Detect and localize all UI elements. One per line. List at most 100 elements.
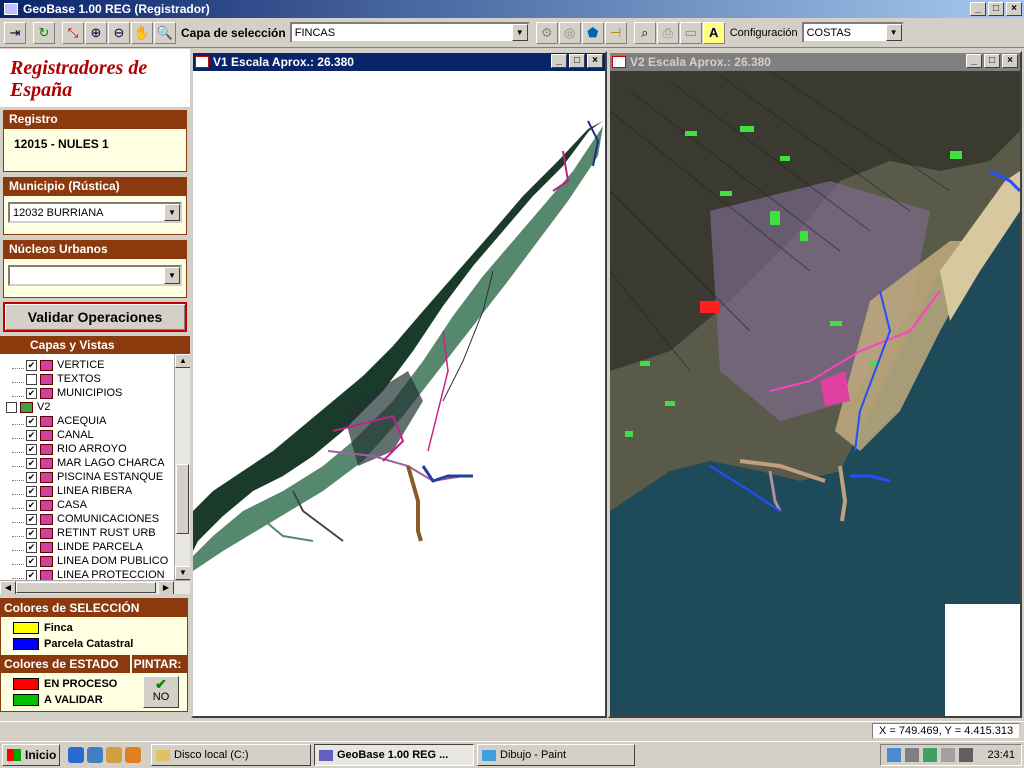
layer-checkbox[interactable]: ✔ (26, 443, 37, 455)
binoculars-icon[interactable]: ⌕ (633, 21, 656, 44)
select-tool-icon[interactable]: ⚙ (535, 21, 558, 44)
tree-connector (12, 558, 24, 565)
polygon-icon[interactable]: ⬟ (581, 21, 604, 44)
volume-icon[interactable] (905, 748, 920, 762)
scroll-down-icon[interactable]: ▼ (175, 566, 190, 580)
task-geobase[interactable]: GeoBase 1.00 REG ... (314, 744, 474, 766)
task-disco-local[interactable]: Disco local (C:) (151, 744, 311, 766)
chevron-down-icon[interactable]: ▼ (164, 267, 180, 284)
outlook-icon[interactable] (106, 747, 122, 763)
capa-value: FINCAS (294, 26, 336, 39)
layer-row[interactable]: ✔ RIO ARROYO (0, 442, 190, 456)
layer-checkbox[interactable]: ✔ (26, 569, 37, 581)
start-button[interactable]: Inicio (2, 744, 60, 766)
sync-icon[interactable] (923, 748, 938, 762)
layer-checkbox[interactable] (26, 373, 37, 385)
scroll-up-icon[interactable]: ▲ (175, 354, 190, 368)
chevron-down-icon[interactable]: ▼ (164, 204, 180, 221)
close-button[interactable]: × (1006, 2, 1022, 16)
zoom-out-icon[interactable]: ⊖ (108, 21, 130, 44)
layer-row[interactable]: ✔ VERTICE (0, 358, 190, 372)
v1-minimize-button[interactable]: _ (551, 54, 567, 68)
layers-icon[interactable]: ▭ (679, 21, 702, 44)
pintar-header: PINTAR: (131, 655, 187, 673)
layer-row[interactable]: TEXTOS (0, 372, 190, 386)
scroll-right-icon[interactable]: ▶ (158, 581, 174, 594)
pan-hand-icon[interactable]: ✋ (131, 21, 153, 44)
layer-checkbox[interactable]: ✔ (26, 541, 37, 553)
layer-row[interactable]: ✔ CANAL (0, 428, 190, 442)
chevron-down-icon[interactable]: ▼ (511, 24, 528, 41)
layer-checkbox[interactable] (6, 401, 17, 413)
layer-checkbox[interactable]: ✔ (26, 457, 37, 469)
scroll-left-icon[interactable]: ◀ (0, 581, 16, 594)
query-icon[interactable]: 🔍 (154, 21, 176, 44)
ie-icon[interactable] (68, 747, 84, 763)
layer-icon (40, 499, 53, 511)
zoom-extent-icon[interactable]: ⤡ (62, 21, 84, 44)
window-icon (195, 56, 209, 68)
maximize-button[interactable]: □ (988, 2, 1004, 16)
measure-icon[interactable]: ⊣ (604, 21, 627, 44)
v2-minimize-button[interactable]: _ (966, 54, 982, 68)
pintar-toggle-button[interactable]: ✔ NO (143, 676, 179, 708)
registro-value: 12015 - NULES 1 (3, 128, 187, 172)
v2-close-button[interactable]: × (1002, 54, 1018, 68)
layer-row[interactable]: ✔ MAR LAGO CHARCA (0, 456, 190, 470)
nucleos-select[interactable]: ▼ (8, 265, 182, 286)
layer-checkbox[interactable]: ✔ (26, 527, 37, 539)
desktop-icon[interactable] (87, 747, 103, 763)
v2-orthophoto-canvas[interactable] (610, 71, 1020, 716)
layer-row[interactable]: ✔ COMUNICACIONES (0, 512, 190, 526)
v1-map-canvas[interactable] (193, 71, 605, 716)
validar-operaciones-button[interactable]: Validar Operaciones (3, 302, 187, 332)
layer-checkbox[interactable]: ✔ (26, 471, 37, 483)
minimize-button[interactable]: _ (970, 2, 986, 16)
zoom-in-icon[interactable]: ⊕ (85, 21, 107, 44)
hscroll-thumb[interactable] (16, 582, 156, 593)
layer-checkbox[interactable]: ✔ (26, 485, 37, 497)
layer-checkbox[interactable]: ✔ (26, 513, 37, 525)
network-icon[interactable] (887, 748, 902, 762)
municipio-select[interactable]: 12032 BURRIANA ▼ (8, 202, 182, 223)
layer-row[interactable]: V2 (0, 400, 190, 414)
layer-row[interactable]: ✔ LINEA RIBERA (0, 484, 190, 498)
layer-checkbox[interactable]: ✔ (26, 359, 37, 371)
tree-hscrollbar[interactable]: ◀ ▶ (0, 580, 190, 594)
v2-maximize-button[interactable]: □ (984, 54, 1000, 68)
finca-label: Finca (44, 622, 73, 634)
printer-icon[interactable] (959, 748, 974, 762)
tree-connector (12, 544, 24, 551)
task-paint[interactable]: Dibujo - Paint (477, 744, 635, 766)
layer-row[interactable]: ✔ RETINT RUST URB (0, 526, 190, 540)
print-icon[interactable]: ⎙ (656, 21, 679, 44)
v1-maximize-button[interactable]: □ (569, 54, 585, 68)
capa-select[interactable]: FINCAS ▼ (289, 22, 530, 43)
tree-vscrollbar[interactable]: ▲ ▼ (174, 354, 190, 580)
layer-label: COMUNICACIONES (57, 513, 160, 525)
layer-checkbox[interactable]: ✔ (26, 555, 37, 567)
layer-checkbox[interactable]: ✔ (26, 387, 37, 399)
text-icon[interactable]: A (702, 21, 725, 44)
scroll-thumb[interactable] (176, 464, 189, 534)
exit-icon[interactable]: ⇥ (4, 21, 26, 44)
chevron-down-icon[interactable]: ▼ (885, 24, 902, 41)
layer-checkbox[interactable]: ✔ (26, 415, 37, 427)
layer-row[interactable]: ✔ LINEA DOM PUBLICO (0, 554, 190, 568)
v1-close-button[interactable]: × (587, 54, 603, 68)
select-area-icon[interactable]: ◎ (558, 21, 581, 44)
layer-row[interactable]: ✔ MUNICIPIOS (0, 386, 190, 400)
layer-row[interactable]: ✔ PISCINA ESTANQUE (0, 470, 190, 484)
layer-row[interactable]: ✔ LINDE PARCELA (0, 540, 190, 554)
layer-row[interactable]: ✔ ACEQUIA (0, 414, 190, 428)
layer-label: RIO ARROYO (57, 443, 127, 455)
layer-checkbox[interactable]: ✔ (26, 499, 37, 511)
monitor-icon[interactable] (941, 748, 956, 762)
brand-logo: Registradores de España (0, 49, 190, 107)
config-select[interactable]: COSTAS ▼ (801, 22, 904, 43)
layer-row[interactable]: ✔ CASA (0, 498, 190, 512)
paint-icon (482, 749, 496, 761)
layer-checkbox[interactable]: ✔ (26, 429, 37, 441)
media-icon[interactable] (125, 747, 141, 763)
refresh-icon[interactable]: ↻ (33, 21, 55, 44)
